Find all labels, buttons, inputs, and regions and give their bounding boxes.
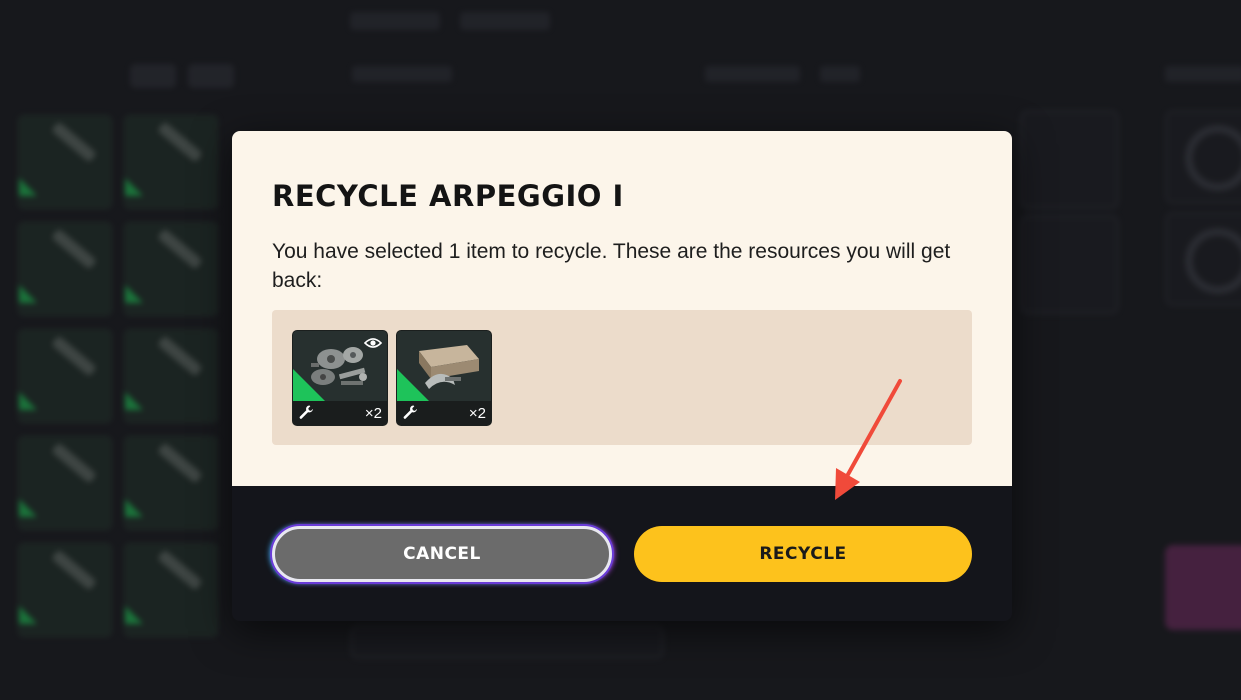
bg-equipment-header xyxy=(352,66,452,82)
bg-currency-bar xyxy=(340,6,600,36)
bg-equipment-slot xyxy=(1020,110,1119,209)
bg-equipment-slot xyxy=(1020,215,1119,314)
resource-quantity: ×2 xyxy=(468,405,486,422)
dialog-title: RECYCLE ARPEGGIO I xyxy=(272,179,624,213)
wrench-icon xyxy=(403,405,417,419)
bg-size-header xyxy=(820,66,860,82)
bg-bottom-slot xyxy=(350,625,664,659)
dialog-footer: CANCEL RECYCLE xyxy=(232,486,1012,621)
bg-inventory-grid xyxy=(0,110,230,700)
bg-quick-header xyxy=(1165,66,1241,82)
wrench-icon xyxy=(299,405,313,419)
bg-backpack-header xyxy=(705,66,800,82)
cancel-button[interactable]: CANCEL xyxy=(272,526,612,582)
dialog-description: You have selected 1 item to recycle. The… xyxy=(272,240,951,292)
eye-icon[interactable] xyxy=(364,336,382,350)
bg-filter-button xyxy=(130,64,176,88)
rarity-indicator xyxy=(397,369,431,403)
recycle-dialog: RECYCLE ARPEGGIO I You have selected 1 i… xyxy=(232,131,1012,621)
resource-quantity: ×2 xyxy=(364,405,382,422)
recycle-button[interactable]: RECYCLE xyxy=(634,526,972,582)
resource-item-mechanical-parts[interactable]: ×2 xyxy=(292,330,388,426)
rarity-indicator xyxy=(293,369,327,403)
annotation-arrow-icon xyxy=(835,379,902,500)
bg-filter-button xyxy=(188,64,234,88)
resource-item-crafting-material[interactable]: ×2 xyxy=(396,330,492,426)
bg-rare-item xyxy=(1165,545,1241,630)
